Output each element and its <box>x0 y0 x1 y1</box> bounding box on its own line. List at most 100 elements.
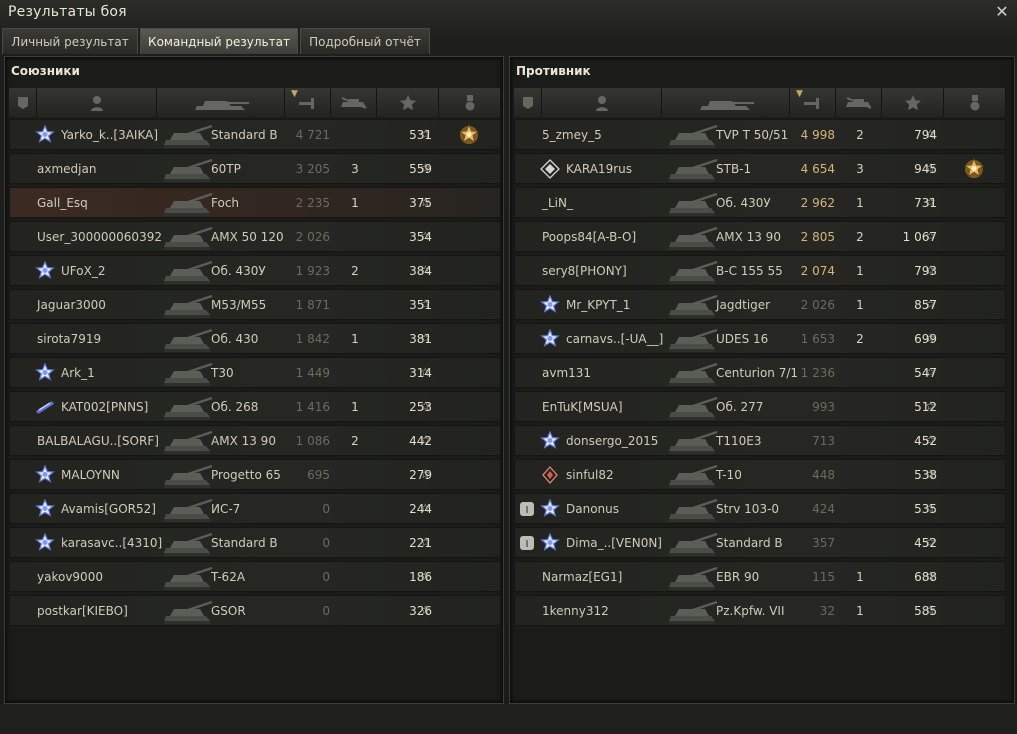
table-row[interactable]: sery8[PHONY] B-C 155 55 2 074 1 793 ☆ <box>514 255 1006 286</box>
table-row[interactable]: carnavs..[-UA__] UDES 16 1 653 2 699 ☆ <box>514 323 1006 354</box>
vehicle-name: AMX 13 90 <box>716 230 781 244</box>
xp-header-column[interactable] <box>882 88 944 117</box>
kills-value: 1 <box>856 604 864 618</box>
kills-value: 2 <box>856 128 864 142</box>
player-name: _LiN_ <box>542 196 573 210</box>
damage-value: 4 998 <box>800 128 835 142</box>
player-name: 1kenny312 <box>542 604 609 618</box>
xp-star-icon: ☆ <box>420 195 431 209</box>
tank-icon <box>162 190 214 217</box>
player-name: EnTuK[MSUA] <box>542 400 623 414</box>
table-row[interactable]: EnTuK[MSUA] Об. 277 993 512 ☆ <box>514 391 1006 422</box>
tank-icon <box>667 292 719 319</box>
damage-value: 357 <box>812 536 835 550</box>
xp-star-icon: ☆ <box>420 297 431 311</box>
table-row[interactable]: donsergo_2015 T110E3 713 452 ☆ <box>514 425 1006 456</box>
table-row[interactable]: KAT002[PNNS] Об. 268 1 416 1 253 ☆ <box>9 391 501 422</box>
table-row[interactable]: Gall_Esq Foch 2 235 1 375 ☆ <box>9 187 501 218</box>
close-icon[interactable]: ✕ <box>991 1 1013 23</box>
tank-icon <box>162 326 214 353</box>
vehicle-name: Об. 430У <box>716 196 771 210</box>
svg-text:I: I <box>526 505 529 516</box>
kills-value: 1 <box>351 400 359 414</box>
player-header-column[interactable] <box>542 88 662 117</box>
table-row[interactable]: Ark_1 T30 1 449 314 ☆ <box>9 357 501 388</box>
player-header-icon <box>90 95 104 111</box>
kills-header-column[interactable] <box>331 88 377 117</box>
table-row[interactable]: KARA19rus STB-1 4 654 3 945 ☆ <box>514 153 1006 184</box>
table-row[interactable]: Mr_KPYT_1 Jagdtiger 2 026 1 857 ☆ <box>514 289 1006 320</box>
xp-star-icon: ☆ <box>420 467 431 481</box>
star-badge-icon <box>35 124 55 145</box>
table-row[interactable]: Narmaz[EG1] EBR 90 115 1 688 ☆ <box>514 561 1006 592</box>
tab-team-result[interactable]: Командный результат <box>140 28 298 54</box>
table-row[interactable]: UFoX_2 Об. 430У 1 923 2 384 ☆ <box>9 255 501 286</box>
player-name: KARA19rus <box>566 162 632 176</box>
table-row[interactable]: Jaguar3000 M53/M55 1 871 351 ☆ <box>9 289 501 320</box>
table-row[interactable]: MALOYNN Progetto 65 695 279 ☆ <box>9 459 501 490</box>
table-row[interactable]: sirota7919 Об. 430 1 842 1 381 ☆ <box>9 323 501 354</box>
xp-header-column[interactable] <box>377 88 439 117</box>
xp-star-icon: ☆ <box>420 161 431 175</box>
kills-value: 1 <box>856 298 864 312</box>
xp-header-icon <box>904 94 922 112</box>
damage-value: 424 <box>812 502 835 516</box>
diamond-icon <box>540 159 560 179</box>
vehicle-name: Foch <box>211 196 240 210</box>
table-row[interactable]: BALBALAGU..[SORF] AMX 13 90 1 086 2 442 ☆ <box>9 425 501 456</box>
tank-icon <box>667 190 719 217</box>
star-badge-icon <box>540 294 560 315</box>
table-row[interactable]: avm131 Centurion 7/1 1 236 547 ☆ <box>514 357 1006 388</box>
damage-header-column[interactable]: ▼ <box>285 88 331 117</box>
tab-personal-result[interactable]: Личный результат <box>2 28 138 54</box>
table-row[interactable]: axmedjan 60TP 3 205 3 559 ☆ <box>9 153 501 184</box>
table-row[interactable]: Yarko_k..[3AIKA] Standard B4 721 531 ☆ <box>9 119 501 150</box>
vehicle-name: Standard B <box>211 128 278 142</box>
table-row[interactable]: _LiN_ Об. 430У 2 962 1 731 ☆ <box>514 187 1006 218</box>
player-header-column[interactable] <box>37 88 157 117</box>
player-name: Mr_KPYT_1 <box>566 298 631 312</box>
table-row[interactable]: Poops84[A-B-O] AMX 13 90 2 805 2 1 067 ☆ <box>514 221 1006 252</box>
table-row[interactable]: postkar[KIEBO] GSOR 0 326 ☆ <box>9 595 501 626</box>
table-row[interactable]: 5_zmey_5 TVP T 50/51 4 998 2 794 ☆ <box>514 119 1006 150</box>
medal-header-column[interactable] <box>439 88 501 117</box>
vehicle-name: AMX 50 120 <box>211 230 284 244</box>
tank-icon <box>162 360 214 387</box>
table-row[interactable]: I Dima_..[VEN0N] Standard B 357 452 ☆ <box>514 527 1006 558</box>
title-bar: Результаты боя ✕ <box>0 0 1017 26</box>
kills-header-icon <box>844 96 874 109</box>
vehicle-name: Strv 103-0 <box>716 502 780 516</box>
vehicle-header-column[interactable] <box>157 88 285 117</box>
vehicle-name: Об. 430 <box>211 332 259 346</box>
tab-detailed-report[interactable]: Подробный отчёт <box>300 28 430 54</box>
table-row[interactable]: Avamis[GOR52] ИС-7 0 244 ☆ <box>9 493 501 524</box>
medal-header-column[interactable] <box>944 88 1006 117</box>
platoon-header-column[interactable] <box>9 88 37 117</box>
tank-icon <box>667 496 719 523</box>
kills-header-column[interactable] <box>836 88 882 117</box>
damage-header-icon <box>802 96 824 110</box>
vehicle-header-column[interactable] <box>662 88 790 117</box>
vehicle-name: STB-1 <box>716 162 752 176</box>
window-title: Результаты боя <box>8 4 127 20</box>
player-name: MALOYNN <box>61 468 120 482</box>
table-row[interactable]: sinful82 T-10 448 538 ☆ <box>514 459 1006 490</box>
sort-desc-icon: ▼ <box>796 89 803 99</box>
allies-panel: Союзники ▼ Yarko_k..[3AIKA] Standard B 4 7… <box>4 56 504 704</box>
table-row[interactable]: I Danonus Strv 103-0 424 535 ☆ <box>514 493 1006 524</box>
table-row[interactable]: 1kenny312 Pz.Kpfw. VII 32 1 585 ☆ <box>514 595 1006 626</box>
player-name: sirota7919 <box>37 332 102 346</box>
xp-star-icon: ☆ <box>925 535 936 549</box>
tank-icon <box>667 122 719 149</box>
platoon-header-column[interactable] <box>514 88 542 117</box>
damage-value: 993 <box>812 400 835 414</box>
star-badge-icon <box>35 532 55 553</box>
table-row[interactable]: User_300000060392 AMX 50 120 2 026 354 ☆ <box>9 221 501 252</box>
table-row[interactable]: karasavc..[4310] Standard B 0 221 ☆ <box>9 527 501 558</box>
damage-header-column[interactable]: ▼ <box>790 88 836 117</box>
xp-star-icon: ☆ <box>925 127 936 141</box>
table-row[interactable]: yakov9000 T-62A 0 186 ☆ <box>9 561 501 592</box>
xp-star-icon: ☆ <box>420 365 431 379</box>
allies-title: Союзники <box>11 64 80 78</box>
damage-value: 2 962 <box>800 196 835 210</box>
